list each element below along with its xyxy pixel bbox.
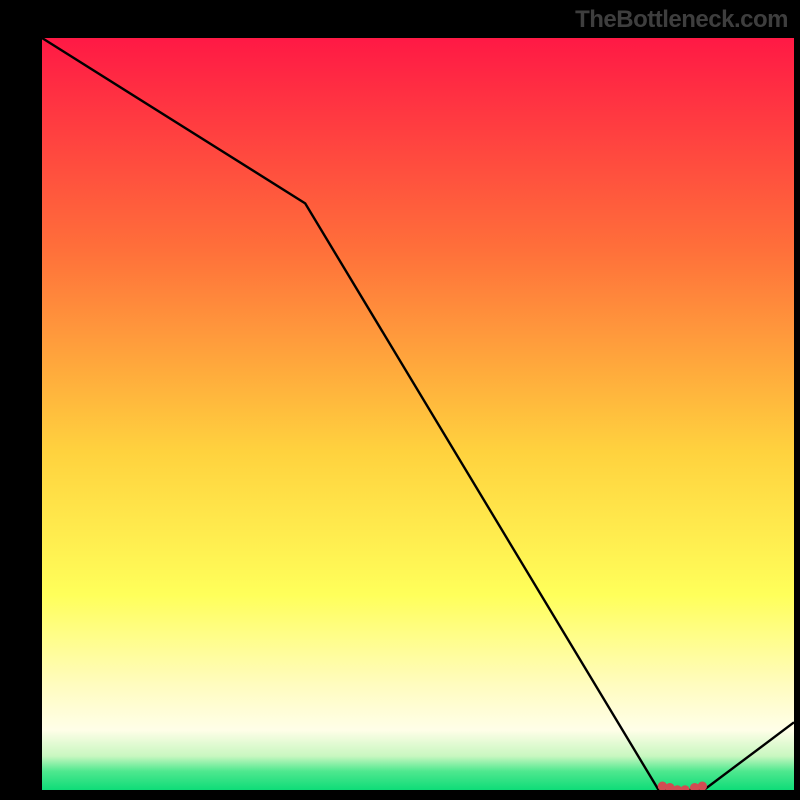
- data-marker: [673, 786, 681, 790]
- chart-svg: [42, 38, 794, 790]
- attribution-label: TheBottleneck.com: [575, 6, 788, 34]
- gradient-background: [42, 38, 794, 790]
- chart-frame: TheBottleneck.com: [0, 0, 800, 800]
- data-marker: [681, 786, 689, 790]
- data-marker: [698, 782, 706, 790]
- plot-area: [42, 38, 794, 790]
